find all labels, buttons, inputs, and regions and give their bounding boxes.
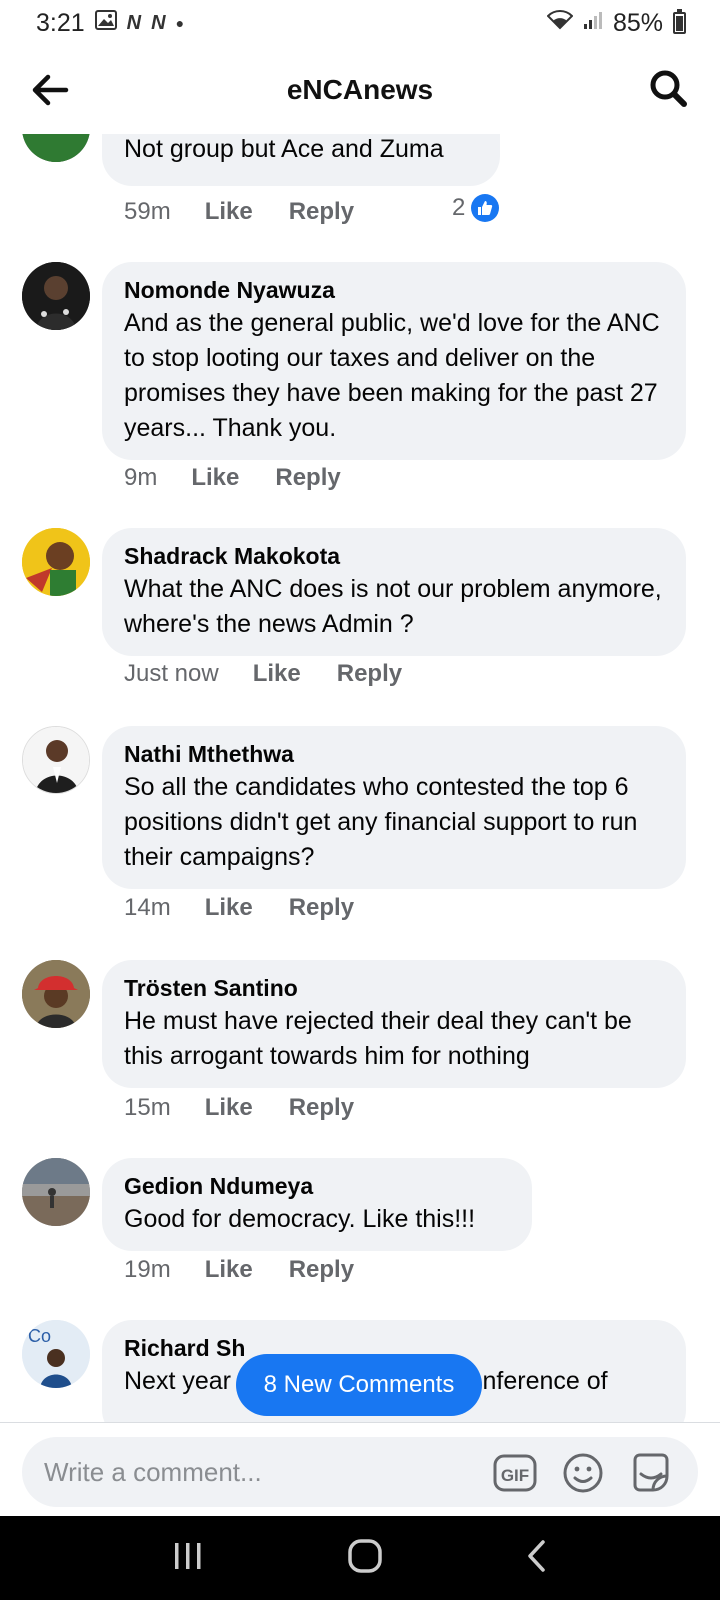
recent-apps-icon[interactable] <box>171 1541 205 1576</box>
gif-label: GIF <box>501 1466 529 1485</box>
comment-time: 19m <box>124 1256 171 1283</box>
comment-actions: 59m Like Reply <box>124 198 354 226</box>
comment-actions: 9m Like Reply <box>124 464 341 492</box>
reaction-count[interactable]: 2 <box>452 194 500 222</box>
comment-author[interactable]: Trösten Santino <box>124 972 666 1004</box>
comment-text: So all the candidates who contested the … <box>124 773 638 871</box>
avatar[interactable] <box>22 134 90 162</box>
comment-field[interactable]: GIF <box>22 1437 698 1507</box>
signal-icon <box>583 10 603 36</box>
comment-actions: 19m Like Reply <box>124 1256 354 1284</box>
status-time: 3:21 <box>36 8 85 37</box>
comment-text: And as the general public, we'd love for… <box>124 309 660 442</box>
comment-author[interactable]: Nathi Mthethwa <box>124 738 666 770</box>
reply-button[interactable]: Reply <box>289 894 354 922</box>
comment-time: 14m <box>124 894 171 921</box>
like-button[interactable]: Like <box>205 198 253 226</box>
home-icon[interactable] <box>347 1538 383 1579</box>
gif-icon[interactable]: GIF <box>492 1450 538 1496</box>
avatar[interactable] <box>22 528 90 596</box>
system-nav-bar <box>0 1516 720 1600</box>
comment-bubble[interactable]: Nathi Mthethwa So all the candidates who… <box>102 726 686 889</box>
svg-text:Co: Co <box>28 1326 51 1346</box>
comment-text: What the ANC does is not our problem any… <box>124 575 662 638</box>
comment-author[interactable]: Nomonde Nyawuza <box>124 274 666 306</box>
avatar[interactable] <box>22 960 90 1028</box>
comment-bubble[interactable]: Shadrack Makokota What the ANC does is n… <box>102 528 686 656</box>
comment-actions: 15m Like Reply <box>124 1094 354 1122</box>
like-button[interactable]: Like <box>205 1094 253 1122</box>
comment-input[interactable] <box>44 1437 444 1507</box>
news-notification-icon-2: N <box>151 11 166 34</box>
like-button[interactable]: Like <box>205 894 253 922</box>
reply-button[interactable]: Reply <box>289 198 354 226</box>
search-icon[interactable] <box>646 66 690 110</box>
status-bar-left: 3:21 N N ● <box>36 9 184 38</box>
comment-time: Just now <box>124 660 219 687</box>
sticker-icon[interactable] <box>628 1450 674 1496</box>
like-button[interactable]: Like <box>205 1256 253 1284</box>
comment-text: He must have rejected their deal they ca… <box>124 1007 632 1070</box>
comment-bubble[interactable]: Not group but Ace and Zuma <box>102 134 500 186</box>
comment-author[interactable]: Gedion Ndumeya <box>124 1170 512 1202</box>
wifi-icon <box>546 10 574 36</box>
comment-bubble[interactable]: Trösten Santino He must have rejected th… <box>102 960 686 1088</box>
avatar[interactable] <box>22 726 90 794</box>
thumbs-up-icon <box>471 194 500 222</box>
reply-button[interactable]: Reply <box>289 1256 354 1284</box>
reaction-count-value: 2 <box>452 194 466 221</box>
comment-time: 59m <box>124 198 171 225</box>
like-button[interactable]: Like <box>191 464 239 492</box>
comment-actions: 14m Like Reply <box>124 894 354 922</box>
status-bar: 3:21 N N ● 85% <box>0 0 720 46</box>
battery-icon <box>673 9 686 34</box>
page-header: eNCAnews <box>0 46 720 134</box>
status-bar-right: 85% <box>546 8 686 38</box>
comments-feed[interactable]: Not group but Ace and Zuma 59m Like Repl… <box>0 134 720 1422</box>
comment-bubble[interactable]: Gedion Ndumeya Good for democracy. Like … <box>102 1158 532 1251</box>
avatar[interactable] <box>22 262 90 330</box>
comment-time: 9m <box>124 464 158 491</box>
like-button[interactable]: Like <box>253 660 301 688</box>
back-icon[interactable] <box>525 1539 549 1578</box>
reply-button[interactable]: Reply <box>289 1094 354 1122</box>
comment-text: Good for democracy. Like this!!! <box>124 1205 476 1233</box>
notification-dot-icon: ● <box>175 15 185 31</box>
comment-author[interactable]: Shadrack Makokota <box>124 540 666 572</box>
new-comments-button[interactable]: 8 New Comments <box>236 1354 482 1416</box>
reply-button[interactable]: Reply <box>275 464 340 492</box>
comment-text: Not group but Ace and Zuma <box>124 135 444 163</box>
comment-time: 15m <box>124 1094 171 1121</box>
comment-bubble[interactable]: Nomonde Nyawuza And as the general publi… <box>102 262 686 460</box>
battery-level <box>676 15 683 31</box>
gallery-notification-icon <box>94 10 117 36</box>
battery-percent: 85% <box>612 8 663 37</box>
page-title: eNCAnews <box>286 74 434 105</box>
reply-button[interactable]: Reply <box>337 660 402 688</box>
emoji-icon[interactable] <box>560 1450 606 1496</box>
comment-composer: GIF <box>0 1422 720 1516</box>
comment-actions: Just now Like Reply <box>124 660 402 688</box>
news-notification-icon: N <box>126 11 142 34</box>
avatar[interactable] <box>22 1158 90 1226</box>
avatar[interactable]: Co <box>22 1320 90 1388</box>
back-arrow-icon[interactable] <box>28 68 72 112</box>
